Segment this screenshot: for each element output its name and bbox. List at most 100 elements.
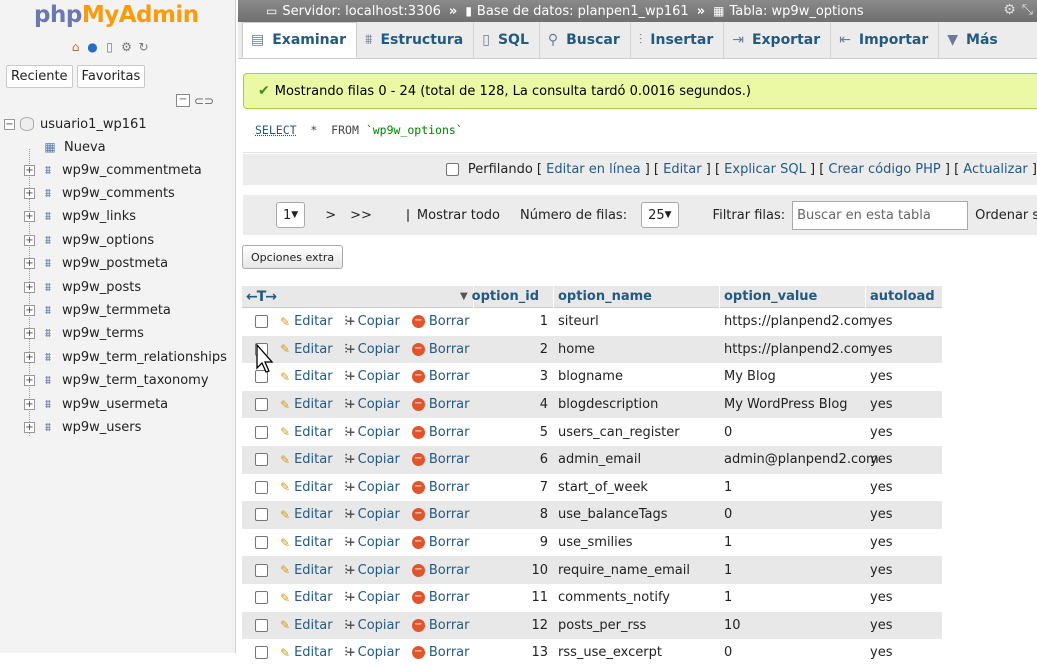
delete-row-button[interactable]: − Borrar: [411, 535, 470, 550]
edit-row-button[interactable]: ✎ Editar: [280, 397, 333, 412]
expand-icon[interactable]: +: [24, 187, 35, 199]
delete-row-button[interactable]: − Borrar: [411, 425, 470, 440]
tree-table-item[interactable]: + ⩩ wp9w_posts: [24, 276, 141, 298]
cell-option-id[interactable]: 2: [474, 342, 554, 357]
edit-row-button[interactable]: ✎ Editar: [280, 535, 333, 550]
sql-keyword-select[interactable]: SELECT: [255, 123, 297, 137]
cell-option-name[interactable]: posts_per_rss: [554, 618, 720, 633]
help-icon[interactable]: ●: [85, 40, 100, 55]
tree-table-item[interactable]: + ⩩ wp9w_term_taxonomy: [24, 370, 209, 392]
tree-new-table[interactable]: ▦ Nueva: [42, 136, 105, 158]
cell-autoload[interactable]: yes: [866, 563, 936, 578]
tree-database[interactable]: − usuario1_wp161: [4, 113, 147, 135]
cell-option-id[interactable]: 7: [474, 480, 554, 495]
filter-input[interactable]: [792, 200, 969, 230]
row-checkbox[interactable]: [254, 398, 268, 412]
edit-row-button[interactable]: ✎ Editar: [280, 480, 333, 495]
cell-autoload[interactable]: yes: [866, 342, 936, 357]
cell-option-name[interactable]: comments_notify: [554, 590, 720, 605]
tree-table-item[interactable]: + ⩩ wp9w_usermeta: [24, 393, 168, 415]
refresh-link[interactable]: Actualizar: [963, 162, 1027, 177]
expand-icon[interactable]: +: [24, 375, 35, 387]
edit-link[interactable]: Editar: [663, 162, 702, 177]
gear-icon[interactable]: ⚙: [1003, 2, 1016, 18]
cell-autoload[interactable]: yes: [866, 507, 936, 522]
tree-table-item[interactable]: + ⩩ wp9w_terms: [24, 323, 144, 345]
copy-row-button[interactable]: ⫶+ Copiar: [345, 507, 400, 522]
column-header-option-value[interactable]: option_value: [720, 285, 866, 308]
cell-option-id[interactable]: 8: [474, 507, 554, 522]
cell-autoload[interactable]: yes: [866, 397, 936, 412]
delete-row-button[interactable]: − Borrar: [411, 507, 470, 522]
cell-autoload[interactable]: yes: [866, 590, 936, 605]
cell-option-name[interactable]: start_of_week: [554, 480, 720, 495]
cell-autoload[interactable]: yes: [866, 314, 936, 329]
copy-row-button[interactable]: ⫶+ Copiar: [345, 618, 400, 633]
cell-option-value[interactable]: My WordPress Blog: [720, 397, 866, 412]
cell-option-name[interactable]: users_can_register: [554, 425, 720, 440]
extra-options-button[interactable]: Opciones extra: [242, 245, 344, 269]
breadcrumb-database[interactable]: ▮ Base de datos: planpen1_wp161: [465, 4, 688, 19]
tab-search[interactable]: ⚲ Buscar: [540, 22, 631, 58]
rows-select[interactable]: 25 ▼: [641, 202, 679, 228]
row-checkbox[interactable]: [254, 563, 268, 577]
cell-option-name[interactable]: blogdescription: [554, 397, 720, 412]
cell-option-name[interactable]: use_smilies: [554, 535, 720, 550]
cell-option-id[interactable]: 12: [474, 618, 554, 633]
delete-row-button[interactable]: − Borrar: [411, 369, 470, 384]
expand-icon[interactable]: +: [24, 258, 35, 270]
cell-option-value[interactable]: https://planpend2.com: [720, 342, 872, 357]
edit-row-button[interactable]: ✎ Editar: [280, 618, 333, 633]
column-header-option-id[interactable]: ▼ option_id: [460, 285, 554, 308]
cell-option-id[interactable]: 1: [474, 314, 554, 329]
tab-import[interactable]: ⇤ Importar: [831, 22, 940, 58]
edit-row-button[interactable]: ✎ Editar: [280, 425, 333, 440]
cell-option-id[interactable]: 9: [474, 535, 554, 550]
edit-row-button[interactable]: ✎ Editar: [280, 590, 333, 605]
delete-row-button[interactable]: − Borrar: [411, 397, 470, 412]
collapse-icon[interactable]: −: [4, 118, 15, 130]
recent-tab[interactable]: Reciente: [6, 65, 73, 88]
edit-row-button[interactable]: ✎ Editar: [280, 369, 333, 384]
delete-row-button[interactable]: − Borrar: [411, 563, 470, 578]
settings-icon[interactable]: ⚙: [119, 40, 134, 55]
delete-row-button[interactable]: − Borrar: [411, 452, 470, 467]
cell-autoload[interactable]: yes: [866, 452, 936, 467]
favorites-tab[interactable]: Favoritas: [76, 65, 146, 88]
home-icon[interactable]: ⌂: [68, 40, 83, 55]
copy-row-button[interactable]: ⫶+ Copiar: [345, 535, 400, 550]
row-checkbox[interactable]: [254, 425, 268, 439]
collapse-all-icon[interactable]: −: [176, 94, 190, 107]
row-checkbox[interactable]: [254, 315, 268, 329]
row-checkbox[interactable]: [254, 536, 268, 550]
expand-icon[interactable]: +: [24, 281, 35, 293]
expand-icon[interactable]: +: [24, 351, 35, 363]
tree-table-item[interactable]: + ⩩ wp9w_termmeta: [24, 299, 171, 321]
cell-option-id[interactable]: 6: [474, 452, 554, 467]
cell-autoload[interactable]: yes: [866, 425, 936, 440]
cell-option-value[interactable]: 0: [720, 507, 866, 522]
row-checkbox[interactable]: [254, 453, 268, 467]
link-icon[interactable]: ⊂⊃: [194, 94, 214, 108]
tab-export[interactable]: ⇥ Exportar: [724, 22, 832, 58]
tree-table-item[interactable]: + ⩩ wp9w_users: [24, 416, 141, 438]
copy-row-button[interactable]: ⫶+ Copiar: [345, 590, 400, 605]
tree-table-item[interactable]: + ⩩ wp9w_links: [24, 206, 136, 228]
edit-row-button[interactable]: ✎ Editar: [280, 452, 333, 467]
breadcrumb-table[interactable]: ▦ Tabla: wp9w_options: [713, 4, 864, 19]
show-all-checkbox[interactable]: [406, 208, 409, 222]
tab-browse[interactable]: ▤ Examinar: [242, 22, 357, 58]
page-select[interactable]: 1 ▼: [276, 202, 306, 228]
cell-option-name[interactable]: use_balanceTags: [554, 507, 720, 522]
expand-icon[interactable]: +: [24, 421, 35, 433]
tree-table-item[interactable]: + ⩩ wp9w_comments: [24, 182, 175, 204]
cell-option-value[interactable]: 0: [720, 425, 866, 440]
column-header-option-name[interactable]: option_name: [554, 285, 720, 308]
tree-table-item[interactable]: + ⩩ wp9w_options: [24, 229, 154, 251]
edit-row-button[interactable]: ✎ Editar: [280, 314, 333, 329]
next-page-button[interactable]: >: [325, 208, 336, 223]
column-header-autoload[interactable]: autoload: [866, 286, 936, 308]
cell-option-id[interactable]: 4: [474, 397, 554, 412]
cell-option-name[interactable]: require_name_email: [554, 563, 720, 578]
tab-insert[interactable]: ⫶ Insertar: [631, 22, 725, 58]
